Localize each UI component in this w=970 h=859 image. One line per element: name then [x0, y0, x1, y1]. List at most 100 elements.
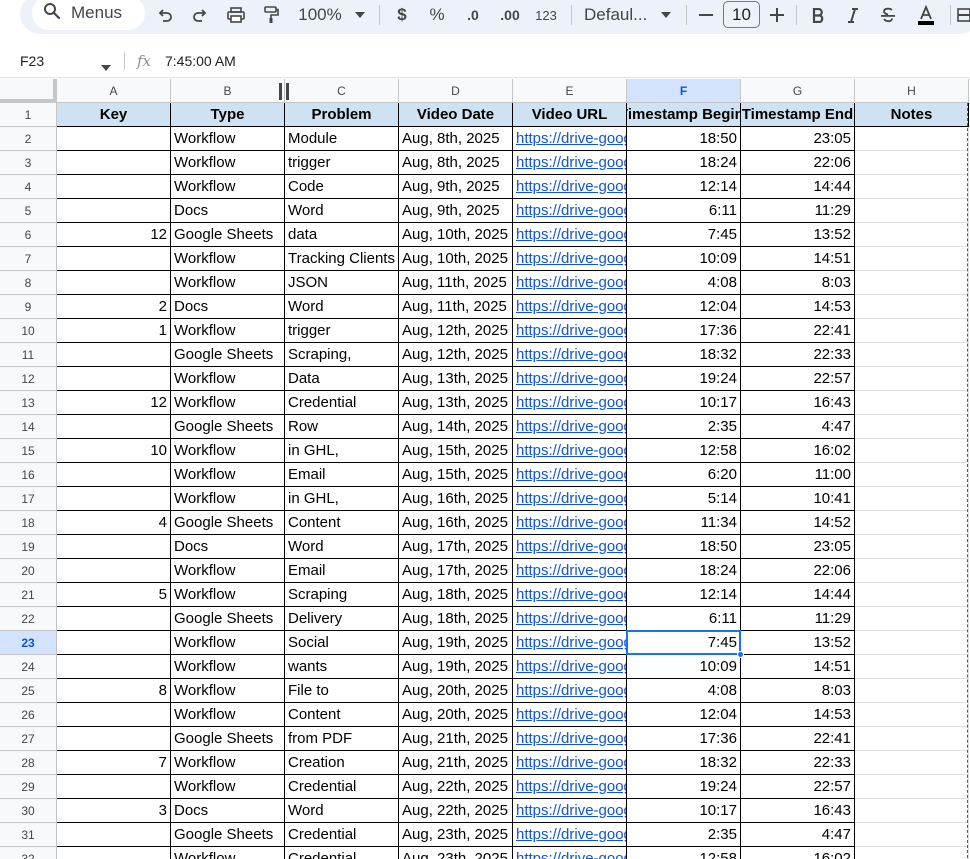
table-cell[interactable]: 22:33 [741, 343, 855, 367]
notes-cell[interactable] [855, 415, 969, 439]
table-cell[interactable]: Aug, 20th, 2025 [399, 703, 513, 727]
table-cell[interactable] [57, 703, 171, 727]
row-header[interactable]: 4 [0, 175, 57, 199]
table-cell[interactable]: Aug, 13th, 2025 [399, 367, 513, 391]
currency-format-button[interactable]: $ [392, 0, 412, 30]
notes-cell[interactable] [855, 247, 969, 271]
notes-cell[interactable] [855, 535, 969, 559]
table-cell[interactable]: Data [285, 367, 399, 391]
row-header[interactable]: 24 [0, 655, 57, 679]
table-cell[interactable]: Credential [285, 823, 399, 847]
chevron-down-icon[interactable] [101, 58, 111, 76]
table-cell[interactable]: 12 [57, 223, 171, 247]
table-cell[interactable]: 23:05 [741, 535, 855, 559]
table-cell[interactable]: 22:06 [741, 559, 855, 583]
table-cell[interactable]: 6:11 [627, 607, 741, 631]
table-cell[interactable]: 12:58 [627, 847, 741, 859]
table-cell[interactable]: 14:53 [741, 703, 855, 727]
table-cell[interactable]: 11:29 [741, 199, 855, 223]
table-cell[interactable]: 16:02 [741, 439, 855, 463]
print-icon[interactable] [224, 0, 248, 30]
table-cell[interactable]: 17:36 [627, 319, 741, 343]
table-cell[interactable]: JSON [285, 271, 399, 295]
notes-cell[interactable] [855, 775, 969, 799]
row-header[interactable]: 9 [0, 295, 57, 319]
table-cell[interactable]: Docs [171, 199, 285, 223]
video-url-link[interactable]: https://drive-google [513, 583, 627, 607]
select-all-corner[interactable] [0, 79, 57, 103]
row-header[interactable]: 32 [0, 847, 57, 859]
table-cell[interactable]: Tracking Clients [285, 247, 399, 271]
table-cell[interactable]: Aug, 16th, 2025 [399, 511, 513, 535]
table-cell[interactable]: Aug, 17th, 2025 [399, 535, 513, 559]
table-cell[interactable]: Google Sheets [171, 511, 285, 535]
table-cell[interactable]: Aug, 23th, 2025 [399, 847, 513, 859]
table-cell[interactable]: Workflow [171, 703, 285, 727]
table-cell[interactable] [57, 151, 171, 175]
row-header[interactable]: 2 [0, 127, 57, 151]
table-cell[interactable]: Aug, 10th, 2025 [399, 247, 513, 271]
video-url-link[interactable]: https://drive-google [513, 151, 627, 175]
notes-cell[interactable] [855, 799, 969, 823]
font-size-input[interactable]: 10 [723, 1, 760, 28]
table-cell[interactable]: 16:43 [741, 799, 855, 823]
bold-icon[interactable] [808, 0, 828, 30]
table-cell[interactable] [57, 463, 171, 487]
table-cell[interactable]: Aug, 23th, 2025 [399, 823, 513, 847]
table-cell[interactable]: trigger [285, 151, 399, 175]
table-cell[interactable]: Credential [285, 847, 399, 859]
formula-input[interactable]: 7:45:00 AM [165, 53, 236, 69]
table-cell[interactable]: Workflow [171, 679, 285, 703]
table-cell[interactable]: File to [285, 679, 399, 703]
header-cell[interactable]: Timestamp Begin [627, 103, 741, 127]
notes-cell[interactable] [855, 271, 969, 295]
font-family-select[interactable]: Defaul... [584, 0, 650, 30]
table-cell[interactable]: Aug, 9th, 2025 [399, 175, 513, 199]
chevron-down-icon[interactable] [352, 0, 368, 30]
table-cell[interactable]: 7:45 [627, 223, 741, 247]
table-cell[interactable]: 12:04 [627, 295, 741, 319]
row-header[interactable]: 5 [0, 199, 57, 223]
table-cell[interactable]: Docs [171, 535, 285, 559]
table-cell[interactable]: 23:05 [741, 127, 855, 151]
video-url-link[interactable]: https://drive-google [513, 823, 627, 847]
table-cell[interactable] [57, 607, 171, 631]
notes-cell[interactable] [855, 367, 969, 391]
table-cell[interactable]: 10:17 [627, 799, 741, 823]
column-resize-handle[interactable] [278, 83, 290, 100]
table-cell[interactable]: 19:24 [627, 367, 741, 391]
table-cell[interactable]: 12:58 [627, 439, 741, 463]
column-header-f[interactable]: F [627, 79, 741, 103]
table-cell[interactable]: Workflow [171, 775, 285, 799]
column-header-d[interactable]: D [399, 79, 513, 103]
table-cell[interactable]: Content [285, 511, 399, 535]
table-cell[interactable] [57, 271, 171, 295]
notes-cell[interactable] [855, 295, 969, 319]
table-cell[interactable]: 11:34 [627, 511, 741, 535]
row-header[interactable]: 22 [0, 607, 57, 631]
table-cell[interactable]: 1 [57, 319, 171, 343]
notes-cell[interactable] [855, 655, 969, 679]
fill-handle[interactable] [737, 651, 744, 658]
notes-cell[interactable] [855, 607, 969, 631]
table-cell[interactable]: 22:41 [741, 727, 855, 751]
name-box[interactable]: F23 [20, 53, 44, 69]
header-cell[interactable]: Video Date [399, 103, 513, 127]
table-cell[interactable]: Aug, 8th, 2025 [399, 151, 513, 175]
notes-cell[interactable] [855, 679, 969, 703]
table-cell[interactable]: in GHL, [285, 487, 399, 511]
video-url-link[interactable]: https://drive-google [513, 415, 627, 439]
table-cell[interactable] [57, 199, 171, 223]
notes-cell[interactable] [855, 223, 969, 247]
table-cell[interactable]: Workflow [171, 127, 285, 151]
table-cell[interactable]: Google Sheets [171, 727, 285, 751]
table-cell[interactable]: 5:14 [627, 487, 741, 511]
video-url-link[interactable]: https://drive-google [513, 247, 627, 271]
table-cell[interactable]: Aug, 19th, 2025 [399, 655, 513, 679]
video-url-link[interactable]: https://drive-google [513, 607, 627, 631]
table-cell[interactable]: Workflow [171, 559, 285, 583]
video-url-link[interactable]: https://drive-google [513, 271, 627, 295]
paint-format-icon[interactable] [260, 0, 282, 30]
table-cell[interactable]: 17:36 [627, 727, 741, 751]
table-cell[interactable]: 10:41 [741, 487, 855, 511]
